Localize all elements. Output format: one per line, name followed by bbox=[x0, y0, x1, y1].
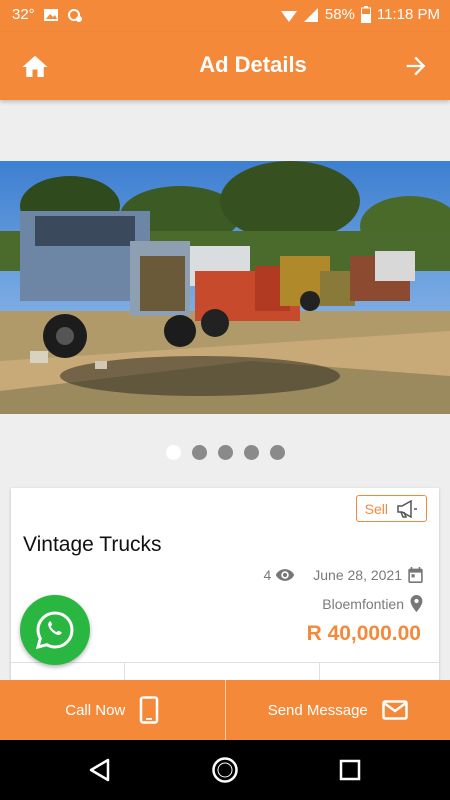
battery-percent: 58% bbox=[324, 6, 355, 23]
app-bar: Ad Details bbox=[0, 32, 450, 100]
ad-date-value: June 28, 2021 bbox=[313, 567, 402, 583]
gallery-pagination bbox=[0, 445, 450, 460]
send-message-label: Send Message bbox=[267, 701, 368, 719]
location-pin-icon bbox=[410, 595, 423, 612]
phone-icon bbox=[140, 696, 159, 724]
system-navigation-bar bbox=[0, 740, 450, 800]
ad-price: R 40,000.00 bbox=[306, 622, 421, 645]
call-now-button[interactable]: Call Now bbox=[0, 680, 225, 740]
ad-type-badge: Sell bbox=[355, 495, 427, 522]
battery-icon bbox=[360, 6, 371, 23]
whatsapp-icon bbox=[35, 611, 74, 650]
call-now-label: Call Now bbox=[65, 701, 126, 719]
ad-location: Bloemfontien bbox=[322, 595, 423, 612]
pagination-dot-3[interactable] bbox=[217, 445, 233, 460]
location-text: Bloemfontien bbox=[322, 595, 404, 612]
signal-icon bbox=[303, 7, 318, 22]
send-message-button[interactable]: Send Message bbox=[226, 680, 450, 740]
eye-icon bbox=[276, 569, 295, 581]
views-count: 4 bbox=[263, 567, 295, 583]
back-icon[interactable] bbox=[88, 758, 112, 782]
pagination-dot-5[interactable] bbox=[269, 445, 285, 460]
status-bar: 32° 58% 11:18 PM bbox=[0, 0, 450, 32]
temperature-text: 32° bbox=[12, 6, 35, 23]
ad-image-gallery[interactable] bbox=[0, 161, 450, 414]
views-count-value: 4 bbox=[263, 567, 272, 583]
ad-date: June 28, 2021 bbox=[313, 567, 423, 583]
whatsapp-button[interactable] bbox=[20, 595, 90, 665]
card-divider bbox=[11, 662, 439, 663]
pagination-dot-2[interactable] bbox=[191, 445, 207, 460]
ad-title: Vintage Trucks bbox=[23, 533, 162, 556]
ad-photo bbox=[0, 161, 450, 414]
home-circle-icon[interactable] bbox=[211, 756, 239, 784]
calendar-icon bbox=[408, 567, 423, 583]
bottom-action-bar: Call Now Send Message bbox=[0, 680, 450, 740]
wifi-icon bbox=[280, 10, 297, 22]
page-title: Ad Details bbox=[199, 52, 307, 77]
ad-meta-row: 4 June 28, 2021 bbox=[263, 567, 423, 583]
pagination-dot-1[interactable] bbox=[165, 445, 181, 460]
notification-icon bbox=[67, 8, 82, 22]
recent-apps-icon[interactable] bbox=[339, 759, 361, 781]
ad-type-label: Sell bbox=[364, 500, 388, 517]
pagination-dot-4[interactable] bbox=[243, 445, 259, 460]
megaphone-icon bbox=[397, 499, 417, 518]
gallery-icon bbox=[43, 8, 58, 21]
mail-icon bbox=[382, 700, 408, 720]
arrow-forward-icon[interactable] bbox=[402, 52, 430, 80]
clock: 11:18 PM bbox=[376, 6, 440, 23]
